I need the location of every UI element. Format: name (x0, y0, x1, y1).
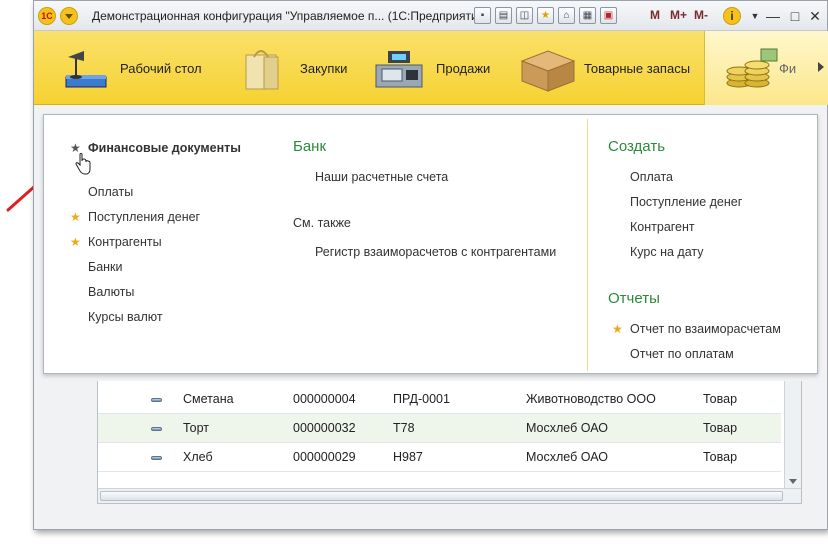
cell-name: Хлеб (183, 450, 213, 464)
scroll-thumb[interactable] (100, 491, 783, 501)
section-panel: ★ Финансовые документы Оплаты ★ Поступле… (43, 114, 818, 374)
create-exchange-rate[interactable]: Курс на дату (630, 245, 703, 259)
nav-money-receipts[interactable]: Поступления денег (88, 210, 200, 224)
coins-icon (726, 48, 778, 88)
section-label: Закупки (300, 60, 348, 76)
vertical-scrollbar[interactable] (784, 381, 801, 488)
save-icon[interactable]: ▪ (474, 7, 491, 24)
print-icon[interactable]: ▤ (495, 7, 512, 24)
group-heading-reports: Отчеты (608, 290, 660, 307)
cell-supplier: Мосхлеб ОАО (526, 450, 608, 464)
section-inventory[interactable]: Товарные запасы (518, 31, 690, 105)
favorite-star-icon[interactable]: ★ (70, 235, 81, 249)
calendar-icon[interactable]: ▣ (600, 7, 617, 24)
nav-financial-documents[interactable]: Финансовые документы (88, 141, 241, 155)
section-label: Продажи (436, 60, 491, 76)
see-also-heading: См. также (293, 216, 351, 230)
nav-counterparties[interactable]: Контрагенты (88, 235, 162, 249)
section-label: Рабочий стол (120, 60, 202, 76)
window-title: Демонстрационная конфигурация "Управляем… (92, 9, 489, 23)
report-settlements[interactable]: Отчет по взаиморасчетам (630, 322, 781, 336)
cell-supplier: Животноводство ООО (526, 392, 656, 406)
app-window: 1С Демонстрационная конфигурация "Управл… (33, 0, 828, 530)
table-row[interactable]: Хлеб 000000029 Н987 Мосхлеб ОАО Товар (98, 443, 781, 472)
section-label: Товарные запасы (584, 60, 691, 76)
preview-icon[interactable]: ◫ (516, 7, 533, 24)
items-table: Сметана 000000004 ПРД-0001 Животноводств… (97, 381, 802, 504)
history-icon[interactable]: ⌂ (558, 7, 575, 24)
section-label: Фи (779, 60, 797, 76)
nav-banks[interactable]: Банки (88, 260, 123, 274)
column-divider (587, 119, 588, 371)
report-payments[interactable]: Отчет по оплатам (630, 347, 734, 361)
section-bar: Рабочий стол Закупки Продажи Товарные за… (34, 31, 828, 105)
nav-settlements-register[interactable]: Регистр взаиморасчетов с контрагентами (315, 245, 556, 259)
cell-supplier: Мосхлеб ОАО (526, 421, 608, 435)
title-toolbar: ▪ ▤ ◫ ★ ⌂ ▦ ▣ (474, 7, 617, 25)
item-icon (151, 427, 162, 431)
section-finance[interactable]: Фи (704, 31, 828, 105)
section-desktop[interactable]: Рабочий стол (54, 31, 202, 105)
hand-cursor-icon (75, 153, 91, 175)
calculator-icon[interactable]: ▦ (579, 7, 596, 24)
scroll-right-icon[interactable] (818, 62, 824, 72)
app-logo-icon: 1С (38, 7, 56, 25)
cell-code: 000000032 (293, 421, 356, 435)
cell-type: Товар (703, 421, 738, 435)
cell-code: 000000004 (293, 392, 356, 406)
table-row[interactable]: Торт 000000032 Т78 Мосхлеб ОАО Товар (98, 414, 781, 443)
cell-name: Сметана (183, 392, 234, 406)
cell-name: Торт (183, 421, 210, 435)
info-dropdown-icon[interactable]: ▼ (746, 7, 764, 25)
info-button[interactable]: i (723, 7, 741, 25)
favorite-star-icon[interactable]: ★ (612, 322, 623, 336)
close-button[interactable]: ✕ (806, 7, 824, 25)
cash-register-icon (375, 51, 423, 88)
nav-bank-accounts[interactable]: Наши расчетные счета (315, 170, 448, 184)
group-heading-bank: Банк (293, 138, 327, 155)
create-counterparty[interactable]: Контрагент (630, 220, 695, 234)
table-row[interactable]: Сметана 000000004 ПРД-0001 Животноводств… (98, 385, 781, 414)
cell-article: Н987 (393, 450, 423, 464)
section-sales[interactable]: Продажи (370, 31, 490, 105)
group-heading-create: Создать (608, 138, 666, 155)
desk-lamp-icon (65, 51, 107, 88)
scroll-down-icon[interactable] (789, 479, 797, 484)
cell-article: Т78 (393, 421, 415, 435)
favorite-star-icon[interactable]: ★ (70, 210, 81, 224)
nav-currencies[interactable]: Валюты (88, 285, 134, 299)
memory-minus-button[interactable]: M- (694, 8, 708, 22)
cell-code: 000000029 (293, 450, 356, 464)
main-menu-button[interactable] (60, 7, 78, 25)
nav-exchange-rates[interactable]: Курсы валют (88, 310, 163, 324)
cell-article: ПРД-0001 (393, 392, 450, 406)
favorites-icon[interactable]: ★ (537, 7, 554, 24)
memory-plus-button[interactable]: M+ (670, 8, 687, 22)
title-bar: 1С Демонстрационная конфигурация "Управл… (34, 1, 827, 31)
maximize-button[interactable]: □ (786, 7, 804, 25)
minimize-button[interactable]: — (764, 7, 782, 25)
cell-type: Товар (703, 450, 738, 464)
create-payment[interactable]: Оплата (630, 170, 673, 184)
create-money-receipt[interactable]: Поступление денег (630, 195, 742, 209)
cell-type: Товар (703, 392, 738, 406)
horizontal-scrollbar[interactable] (98, 488, 801, 503)
memory-button[interactable]: M (650, 8, 660, 22)
section-purchases[interactable]: Закупки (234, 31, 347, 105)
shopping-bag-icon (245, 50, 279, 90)
box-icon (520, 50, 576, 92)
item-icon (151, 398, 162, 402)
item-icon (151, 456, 162, 460)
nav-payments[interactable]: Оплаты (88, 185, 133, 199)
